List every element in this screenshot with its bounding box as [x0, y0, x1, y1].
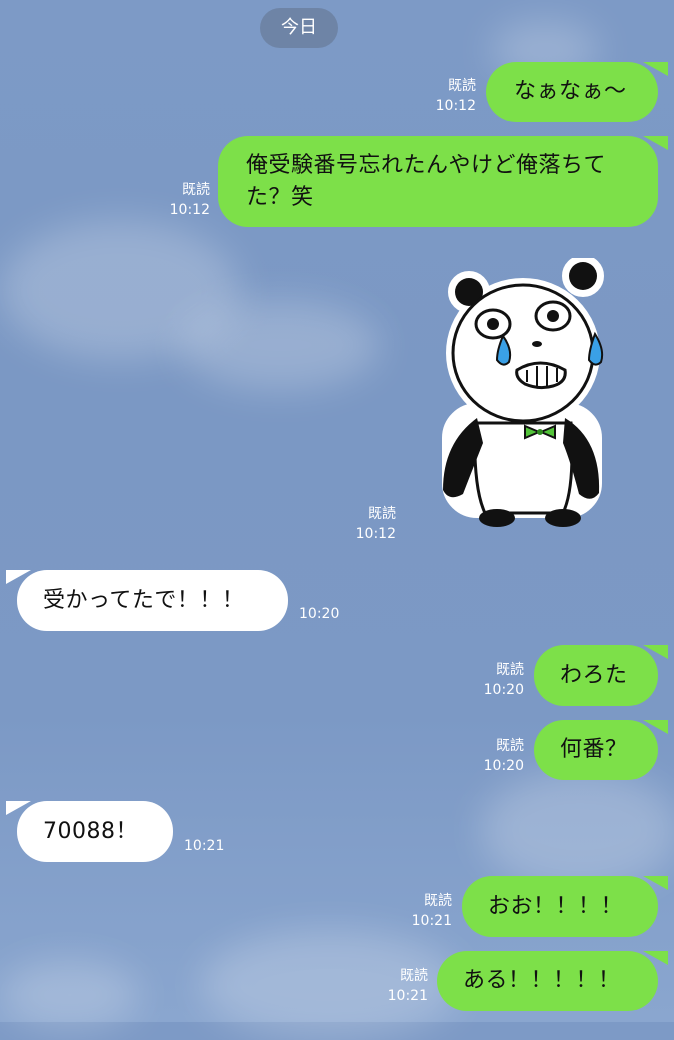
message-meta: 既読 10:20	[474, 660, 524, 700]
message-meta: 既読 10:21	[378, 966, 428, 1006]
read-receipt: 既読	[448, 78, 476, 94]
message-meta: 10:20	[299, 604, 349, 624]
timestamp: 10:12	[355, 526, 396, 542]
timestamp: 10:20	[483, 758, 524, 774]
message-meta: 既読 10:12	[426, 76, 476, 116]
bubble-tail	[643, 62, 668, 76]
timestamp: 10:21	[387, 988, 428, 1004]
read-receipt: 既読	[400, 968, 428, 984]
read-receipt: 既読	[496, 738, 524, 754]
message-meta: 既読 10:12	[346, 504, 396, 544]
crying-panda-sticker[interactable]	[435, 258, 605, 530]
bubble-tail	[643, 720, 668, 734]
received-message-bubble[interactable]: 受かってたで！！！	[17, 570, 288, 631]
received-message-bubble[interactable]: 70088！	[17, 801, 173, 862]
message-meta: 既読 10:20	[474, 736, 524, 776]
sent-message-bubble[interactable]: 俺受験番号忘れたんやけど俺落ちてた？笑	[218, 136, 658, 227]
timestamp: 10:21	[411, 913, 452, 929]
bubble-tail	[643, 951, 668, 965]
read-receipt: 既読	[182, 182, 210, 198]
bubble-tail	[643, 876, 668, 890]
timestamp: 10:12	[169, 202, 210, 218]
message-meta: 既読 10:21	[402, 891, 452, 931]
sent-message-bubble[interactable]: なぁなぁ〜	[486, 62, 658, 122]
timestamp: 10:12	[435, 98, 476, 114]
message-meta: 既読 10:12	[160, 180, 210, 220]
timestamp: 10:20	[299, 606, 340, 622]
sent-message-bubble[interactable]: おお！！！！	[462, 876, 658, 937]
read-receipt: 既読	[496, 662, 524, 678]
read-receipt: 既読	[424, 893, 452, 909]
message-meta: 10:21	[184, 836, 234, 856]
bubble-tail	[643, 136, 668, 150]
sent-message-bubble[interactable]: ある！！！！！	[437, 951, 658, 1011]
date-separator: 今日	[260, 8, 338, 48]
sent-message-bubble[interactable]: 何番？	[534, 720, 658, 780]
sent-message-bubble[interactable]: わろた	[534, 645, 658, 706]
read-receipt: 既読	[368, 506, 396, 522]
timestamp: 10:21	[184, 838, 225, 854]
timestamp: 10:20	[483, 682, 524, 698]
bubble-tail	[643, 645, 668, 659]
